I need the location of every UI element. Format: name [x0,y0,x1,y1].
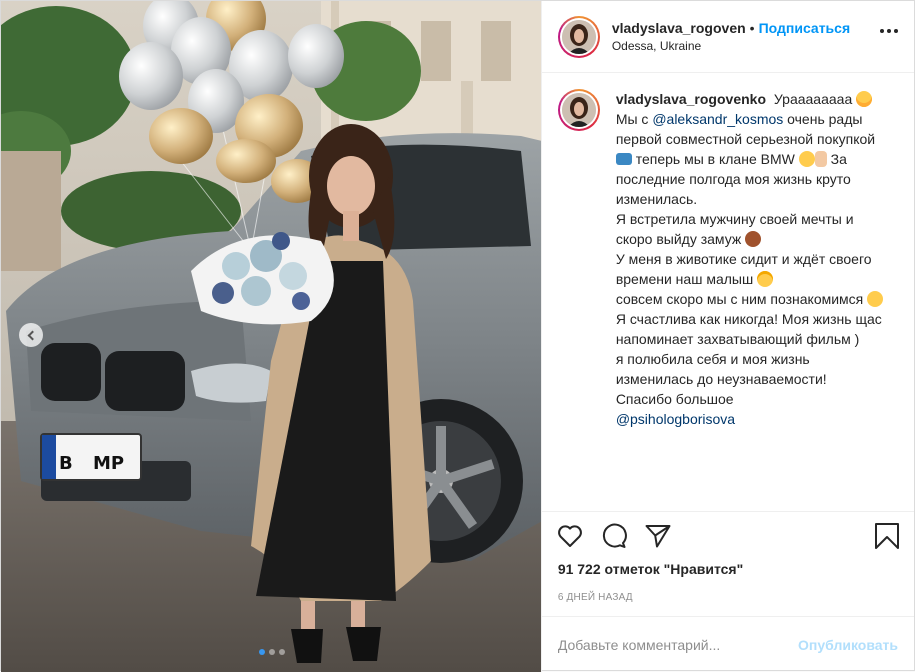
carousel-prev-button[interactable] [19,323,43,347]
caption-segment: У меня в животике сидит и ждёт своего вр… [615,251,872,287]
emoji-icon [757,271,774,287]
mention-link[interactable]: @aleksandr_kosmos [652,111,783,127]
add-comment-bar: Опубликовать [541,616,914,672]
caption-segment: я полюбила себя и моя жизнь изменилась д… [615,351,827,387]
carousel-indicator [259,649,285,655]
post-header: vladyslava_rogoven • Подписаться Odessa,… [541,1,914,73]
avatar-image [561,93,596,127]
follow-button[interactable]: Подписаться [759,19,851,37]
plate-left-text: B [59,453,73,474]
carousel-dot [279,649,285,655]
caption-segment: Мы с [615,111,649,127]
post-dialog: B MP vladyslava_rogoven • Подписаться Od… [0,0,915,672]
carousel-dot [259,649,265,655]
comments-area: vladyslava_rogovenko Ураааааааа Мы с @al… [541,73,914,512]
car-emoji-icon [615,153,632,165]
post-location[interactable]: Odessa, Ukraine [612,37,850,55]
likes-count[interactable]: 91 722 отметок "Нравится" [542,560,914,578]
post-side-panel: vladyslava_rogoven • Подписаться Odessa,… [540,1,914,672]
caption-segment: теперь мы в клане BMW [635,151,795,167]
caption-segment: Я встретила мужчину своей мечты и скоро … [615,211,854,247]
header-separator: • [749,19,755,36]
caption-segment: Спасибо большое [615,391,734,407]
more-options-icon[interactable] [880,29,898,33]
caption: vladyslava_rogovenko Ураааааааа Мы с @al… [557,89,898,429]
avatar-image [561,19,596,54]
caption-segment: Ураааааааа [773,91,853,107]
comment-input[interactable] [557,636,799,653]
emoji-icon [798,151,815,167]
heart-icon[interactable] [556,522,584,550]
emoji-icon [856,91,873,107]
monkey-emoji-icon [745,231,762,247]
post-date[interactable]: 6 дней назад [542,578,914,616]
avatar[interactable] [557,15,600,58]
post-author-username[interactable]: vladyslava_rogoven [612,19,746,37]
post-photo[interactable]: B MP [1,1,541,672]
hand-emoji-icon [814,151,827,167]
chevron-left-icon [27,330,38,340]
carousel-dot [269,649,275,655]
photo-scene: B MP [1,1,541,672]
action-bar [542,512,914,560]
comment-icon[interactable] [600,522,628,550]
caption-avatar[interactable] [557,89,600,131]
caption-segment: Я счастлива как никогда! Моя жизнь щас н… [615,311,882,347]
mention-link[interactable]: @psihologborisova [616,411,735,427]
emoji-icon [867,291,884,307]
share-icon[interactable] [644,522,672,550]
plate-right-text: MP [93,453,124,474]
publish-button[interactable]: Опубликовать [798,637,898,653]
bookmark-icon[interactable] [874,522,900,553]
caption-text: vladyslava_rogovenko Ураааааааа Мы с @al… [615,89,888,429]
caption-segment: совсем скоро мы с ним познакомимся [615,291,864,307]
caption-username[interactable]: vladyslava_rogovenko [616,91,766,107]
